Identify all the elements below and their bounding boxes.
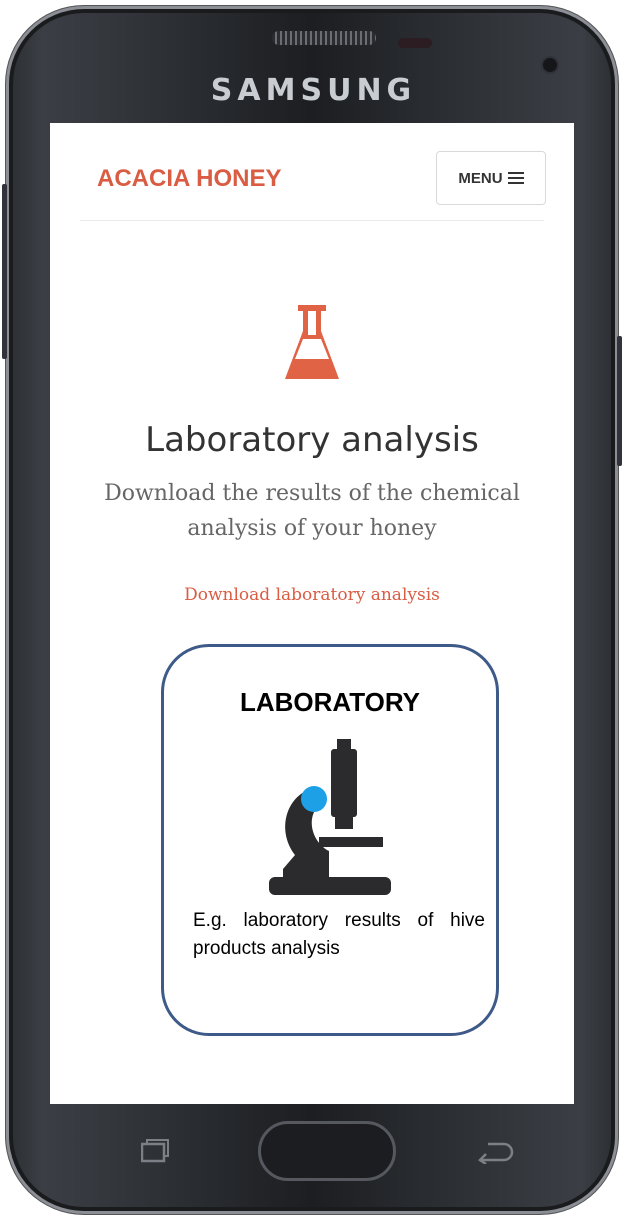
- hamburger-icon: [507, 172, 524, 184]
- front-camera: [543, 58, 557, 72]
- download-analysis-link[interactable]: Download laboratory analysis: [50, 585, 574, 605]
- menu-label: MENU: [458, 169, 503, 187]
- proximity-sensor: [398, 38, 432, 48]
- flask-icon: [285, 305, 339, 379]
- phone-screen: ACACIA HONEY MENU Laboratory analysis Do…: [50, 123, 574, 1104]
- callout-title: LABORATORY: [239, 687, 421, 717]
- earpiece-speaker: [272, 31, 376, 45]
- device-brand: SAMSUNG: [210, 73, 417, 108]
- header-divider: [80, 220, 544, 221]
- recent-apps-icon[interactable]: [141, 1139, 169, 1163]
- site-logo[interactable]: ACACIA HONEY: [97, 165, 281, 193]
- site-header: ACACIA HONEY MENU: [50, 123, 574, 221]
- callout-description: E.g. laboratory results of hive products…: [193, 910, 485, 959]
- power-button: [617, 336, 622, 466]
- back-icon[interactable]: [476, 1138, 514, 1164]
- home-button[interactable]: [258, 1121, 396, 1181]
- menu-button[interactable]: MENU: [436, 151, 546, 205]
- microscope-icon: [269, 739, 391, 895]
- volume-button: [2, 184, 7, 359]
- section-subtitle: Download the results of the chemical ana…: [104, 481, 520, 541]
- laboratory-callout: LABORATORY E.g. laboratory results of hi…: [161, 644, 499, 1036]
- section-title: Laboratory analysis: [145, 420, 479, 460]
